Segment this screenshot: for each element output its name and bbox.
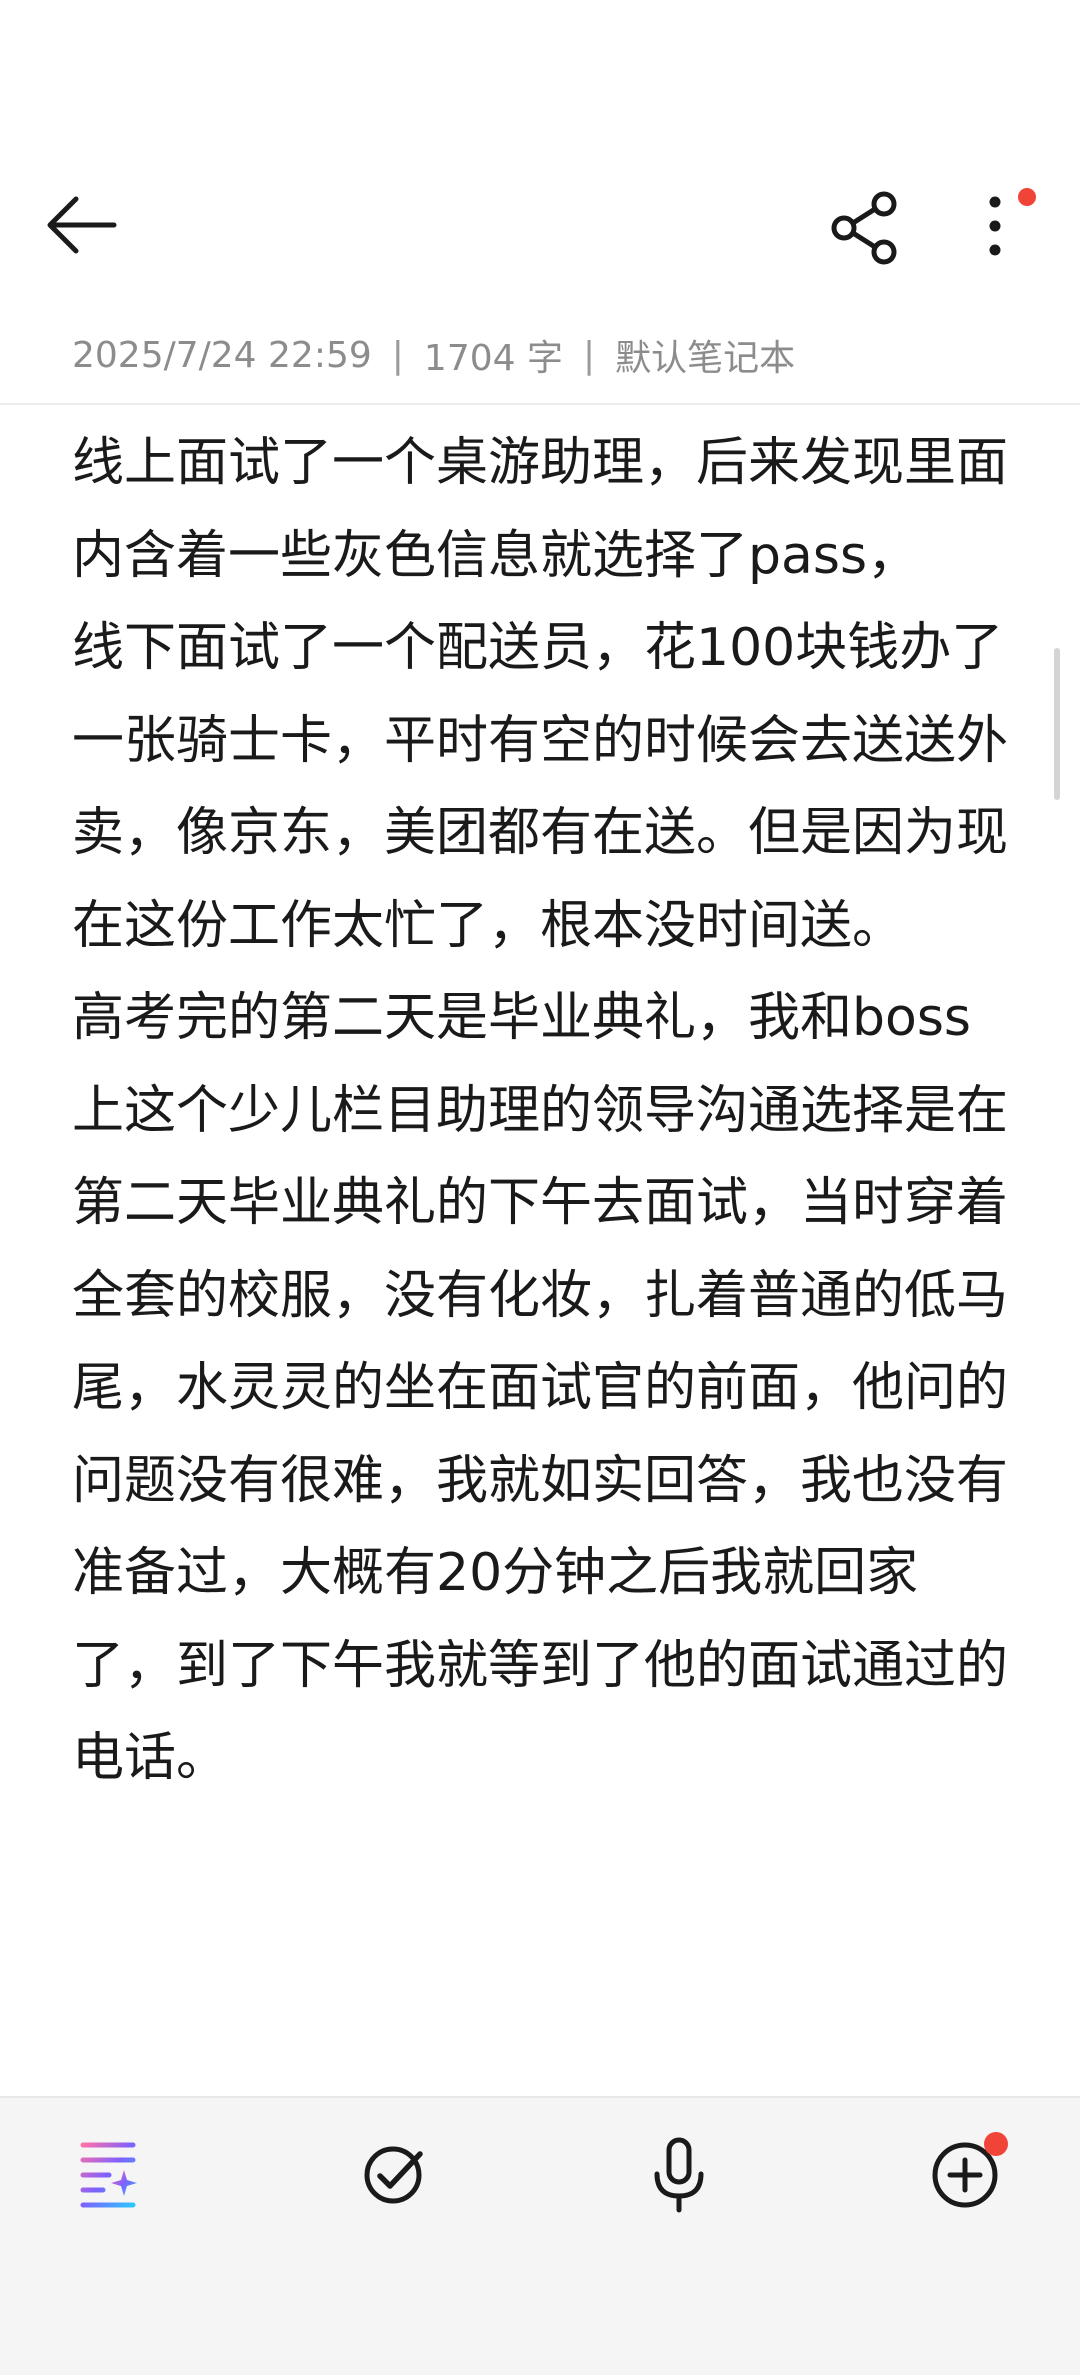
checklist-button[interactable] (338, 2120, 448, 2230)
back-button[interactable] (38, 190, 128, 260)
add-button[interactable] (910, 2120, 1020, 2230)
note-body-text[interactable]: 线上面试了一个桌游助理，后来发现里面内含着一些灰色信息就选择了pass， 线下面… (72, 417, 1012, 1805)
meta-separator: | (582, 334, 596, 376)
share-button[interactable] (828, 190, 908, 270)
share-icon (831, 191, 897, 265)
more-options-button[interactable] (970, 180, 1060, 270)
note-meta: 2025/7/24 22:59 | 1704 字 | 默认笔记本 (72, 330, 795, 380)
scrollbar-thumb[interactable] (1054, 648, 1060, 800)
voice-input-button[interactable] (624, 2120, 734, 2230)
notification-dot (1018, 188, 1036, 206)
checklist-icon (364, 2146, 423, 2204)
more-vertical-icon (989, 196, 1001, 256)
notebook-name[interactable]: 默认笔记本 (615, 329, 795, 381)
note-word-count: 1704 字 (423, 338, 563, 379)
notification-dot (984, 2132, 1008, 2156)
note-datetime: 2025/7/24 22:59 (72, 334, 372, 376)
arrow-left-icon (47, 196, 117, 254)
note-editor[interactable]: 线上面试了一个桌游助理，后来发现里面内含着一些灰色信息就选择了pass， 线下面… (0, 405, 1080, 1960)
ai-format-button[interactable] (53, 2120, 163, 2230)
meta-separator: | (391, 334, 404, 376)
ai-format-icon (80, 2142, 137, 2208)
microphone-icon (654, 2137, 704, 2213)
top-toolbar (0, 0, 1080, 300)
